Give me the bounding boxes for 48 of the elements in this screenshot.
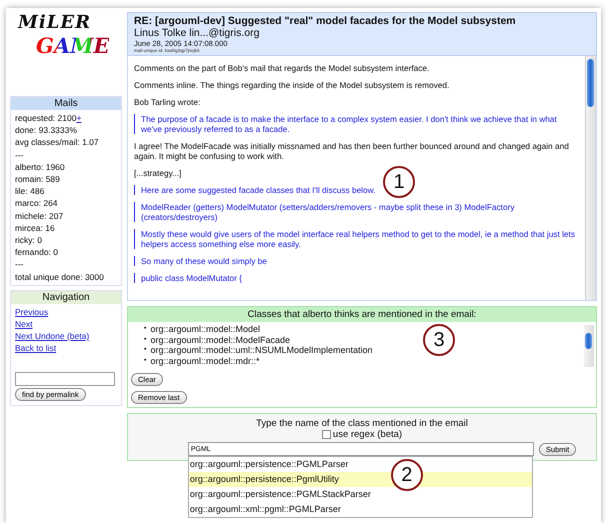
nav-link[interactable]: Back to list bbox=[15, 342, 56, 354]
entry-prompt: Type the name of the class mentioned in the email bbox=[256, 418, 468, 429]
stat-text: --- bbox=[15, 259, 24, 270]
game-logo: MiLER GAME bbox=[16, 12, 110, 60]
stat-text: --- bbox=[15, 150, 24, 160]
stat-text: fernando: 0 bbox=[15, 247, 58, 258]
mail-subject: RE: [argouml-dev] Suggested "real" model facades for the Model subsystem bbox=[134, 15, 517, 27]
suggestion-item[interactable]: org::argouml::xml::pgml::PGMLParser bbox=[188, 502, 532, 517]
stat-text: alberto: 1960 bbox=[15, 162, 65, 172]
stat-text: michele: 207 bbox=[15, 210, 64, 221]
scrollbar[interactable] bbox=[584, 325, 594, 367]
class-item: org::argouml::model::mdr::* bbox=[150, 356, 260, 366]
scrollbar[interactable] bbox=[585, 56, 596, 300]
classes-title: Classes that alberto thinks are mentioned in the email: bbox=[128, 307, 596, 322]
paragraph: Comments inline. The things regarding the inside of the Model subsystem is removed. bbox=[134, 80, 450, 90]
quoted-paragraph: ModelReader (getters) ModelMutator (setters/adders/removers - maybe split these in 3) ModelFactory (creators/destroyers) bbox=[134, 202, 579, 222]
stat-text: total unique done: 3000 bbox=[15, 272, 104, 282]
callout-marker: 3 bbox=[423, 324, 455, 356]
stat-text: avg classes/mail: 1.07 bbox=[15, 137, 99, 148]
panel-title: Navigation bbox=[11, 290, 121, 304]
quoted-paragraph: public class ModelMutator { bbox=[134, 273, 579, 283]
quoted-paragraph: The purpose of a facade is to make the interface to a complex system easier. I don't think we achieve that in what we've previously referred to as a facade. bbox=[134, 114, 579, 134]
class-item: org::argouml::model::Model bbox=[150, 324, 260, 334]
stat-text: ricky: 0 bbox=[15, 235, 42, 246]
paragraph: I agree! The ModelFacade was initially missnamed and has then been further bounced around and changed again and again. It might be confusing to work with. bbox=[134, 141, 570, 161]
nav-link[interactable]: Previous bbox=[15, 306, 48, 318]
stat-text: romain: 589 bbox=[15, 174, 60, 184]
permalink-field[interactable] bbox=[15, 372, 115, 386]
class-item: org::argouml::model::uml::NSUMLModelImplementation bbox=[150, 345, 373, 356]
quoted-paragraph: Mostly these would give users of the model interface real helpers method to get to the model, ie a method that just lets helpers access something else more easily. bbox=[134, 229, 579, 249]
quoted-paragraph: So many of these would simply be bbox=[134, 256, 579, 266]
stat-text: mircea: 16 bbox=[15, 222, 55, 233]
request-more-link[interactable]: + bbox=[76, 113, 82, 123]
stat-text: requested: 2100 bbox=[15, 113, 76, 123]
mail-sender: Linus Tolke lin...@tigris.org bbox=[134, 27, 260, 39]
regex-label: use regex (beta) bbox=[332, 429, 402, 440]
callout-marker: 2 bbox=[390, 459, 423, 491]
nav-link[interactable]: Next Undone (beta) bbox=[15, 330, 90, 342]
nav-link[interactable]: Next bbox=[15, 318, 32, 330]
regex-checkbox[interactable] bbox=[322, 430, 331, 439]
stat-text: done: 93.3333% bbox=[15, 125, 77, 136]
stat-text: marco: 264 bbox=[15, 198, 58, 208]
paragraph: Bob Tarling wrote: bbox=[134, 97, 202, 107]
panel-title: Mails bbox=[11, 97, 121, 110]
paragraph: Comments on the part of Bob's mail that regards the Model subsystem interface. bbox=[134, 63, 430, 73]
stat-text: lile: 486 bbox=[15, 186, 44, 196]
class-item: org::argouml::model::ModelFacade bbox=[150, 334, 290, 345]
paragraph: [...strategy...] bbox=[134, 168, 182, 178]
